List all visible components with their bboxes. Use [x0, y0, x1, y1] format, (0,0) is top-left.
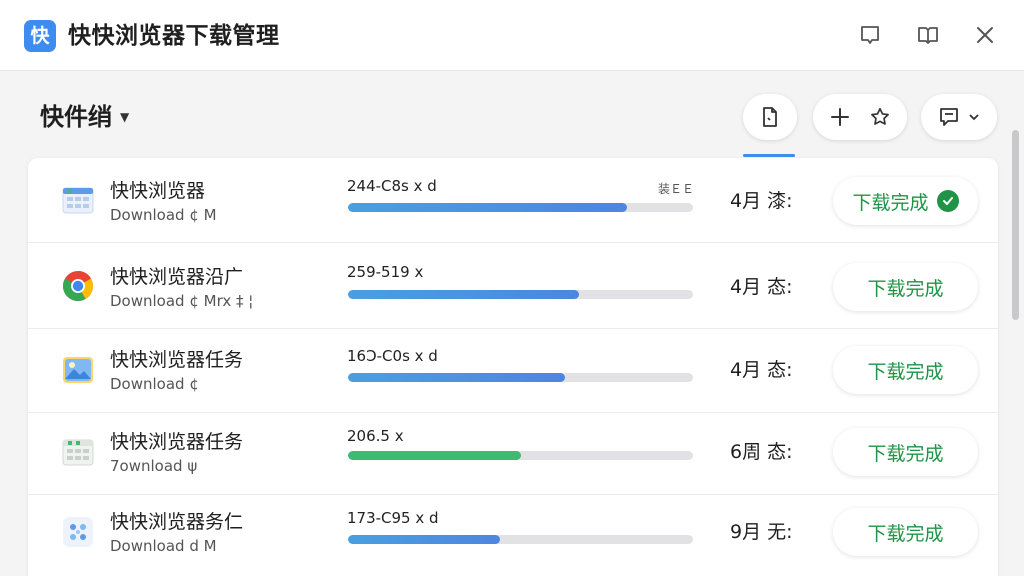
progress-fill: [348, 451, 521, 460]
file-name: 快快浏览器沿广: [110, 266, 244, 288]
status-button[interactable]: 下载完成: [833, 177, 978, 225]
spreadsheet-icon: [60, 434, 96, 470]
download-time: 4月 漆:: [730, 190, 793, 212]
file-subtitle: Download ¢ M: [110, 206, 217, 224]
chevron-down-icon: ▼: [120, 110, 130, 124]
status-button[interactable]: 下载完成: [833, 263, 978, 311]
file-icon: [763, 107, 777, 127]
download-list: 快快浏览器 Download ¢ M 244-C8s x d 装ＥＥ 4月 漆:…: [28, 158, 998, 576]
status-label: 下载完成: [867, 522, 944, 545]
file-name: 快快浏览器任务: [110, 431, 244, 453]
status-button[interactable]: 下载完成: [833, 428, 978, 476]
star-icon: [871, 107, 889, 125]
window-title: 快快浏览器下载管理: [68, 23, 280, 49]
feedback-icon[interactable]: [857, 22, 883, 48]
add-button[interactable]: [829, 106, 851, 128]
file-name: 快快浏览器任务: [110, 349, 244, 371]
download-speed: 244-C8s x d: [347, 177, 437, 195]
status-label: 下载完成: [852, 191, 929, 214]
download-row[interactable]: 快快浏览器任务 Download ¢ 16Ɔ-C0s x d 4月 态: 下载完…: [28, 328, 998, 413]
file-name: 快快浏览器务仁: [110, 511, 244, 533]
active-tab-indicator: [743, 154, 795, 157]
status-label: 下载完成: [867, 277, 944, 300]
download-row[interactable]: 快快浏览器务仁 Download d M 173-C95 x d 9月 无: 下…: [28, 492, 998, 576]
title-bar: 快 快快浏览器下载管理: [0, 0, 1024, 71]
download-speed: 173-C95 x d: [347, 509, 439, 527]
download-row[interactable]: 快快浏览器沿广 Download ¢ Mrx ‡ ¦ 259-519 x 4月 …: [28, 244, 998, 329]
app-logo: 快: [24, 20, 56, 52]
status-label: 下载完成: [867, 442, 944, 465]
status-label: 下载完成: [867, 360, 944, 383]
progress-fill: [348, 290, 580, 299]
progress-bar: [348, 290, 693, 299]
message-icon: [940, 108, 958, 126]
progress-fill: [348, 373, 566, 382]
download-speed: 259-519 x: [347, 263, 424, 281]
close-icon[interactable]: [972, 22, 998, 48]
spreadsheet-icon: [60, 182, 96, 218]
message-menu-button[interactable]: [921, 94, 997, 140]
progress-bar: [348, 451, 693, 460]
image-icon: [60, 352, 96, 388]
download-speed: 206.5 x: [347, 427, 404, 445]
download-time: 9月 无:: [730, 521, 793, 543]
folder-label: 快件绡: [40, 103, 112, 131]
add-favorite-group: [813, 94, 907, 140]
file-subtitle: Download ¢ Mrx ‡ ¦: [110, 292, 254, 310]
dots-icon: [60, 514, 96, 550]
download-time: 4月 态:: [730, 359, 793, 381]
progress-bar: [348, 203, 693, 212]
chevron-down-icon: [969, 114, 979, 121]
folder-dropdown[interactable]: 快件绡 ▼: [40, 100, 129, 134]
download-speed: 16Ɔ-C0s x d: [347, 347, 438, 365]
progress-bar: [348, 535, 693, 544]
chrome-icon: [60, 268, 96, 304]
file-button[interactable]: [743, 94, 797, 140]
download-time: 6周 态:: [730, 441, 793, 463]
download-time: 4月 态:: [730, 276, 793, 298]
file-subtitle: Download ¢: [110, 375, 199, 393]
download-row[interactable]: 快快浏览器 Download ¢ M 244-C8s x d 装ＥＥ 4月 漆:…: [28, 158, 998, 243]
scrollbar[interactable]: [1012, 130, 1019, 320]
plus-icon: [831, 108, 849, 126]
file-name: 快快浏览器: [110, 180, 206, 202]
file-extra: 装ＥＥ: [658, 182, 695, 196]
file-subtitle: 7ownload ψ: [110, 457, 198, 475]
file-subtitle: Download d M: [110, 537, 217, 555]
progress-fill: [348, 203, 628, 212]
favorite-button[interactable]: [869, 106, 891, 128]
progress-bar: [348, 373, 693, 382]
download-row[interactable]: 快快浏览器任务 7ownload ψ 206.5 x 6周 态: 下载完成: [28, 410, 998, 495]
book-icon[interactable]: [915, 22, 941, 48]
status-button[interactable]: 下载完成: [833, 346, 978, 394]
check-icon: [936, 190, 959, 212]
status-button[interactable]: 下载完成: [833, 508, 978, 556]
progress-fill: [348, 535, 500, 544]
